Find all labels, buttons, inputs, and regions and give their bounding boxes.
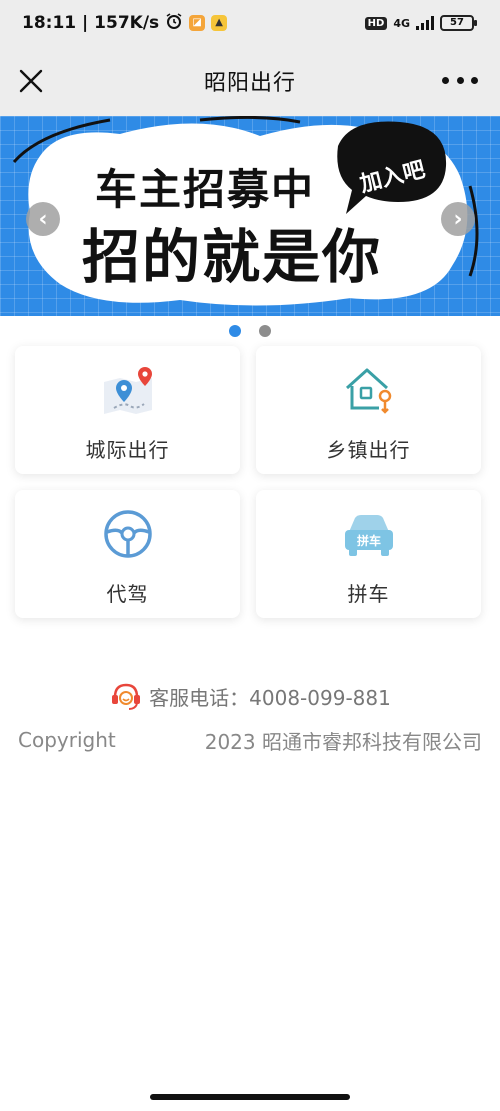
copyright: Copyright 2023 昭通市睿邦科技有限公司 xyxy=(0,724,500,756)
banner-subheadline: 招的就是你 xyxy=(82,223,383,291)
battery-icon: 57 xyxy=(440,15,477,31)
service-card-intercity[interactable]: 城际出行 xyxy=(15,346,240,474)
hotline-text: 客服电话：4008-099-881 xyxy=(149,685,391,710)
chevron-left-icon: ‹ xyxy=(38,206,48,232)
close-button[interactable] xyxy=(16,66,46,96)
chevron-right-icon: › xyxy=(453,206,463,232)
service-label: 拼车 xyxy=(347,582,390,606)
carpool-icon: 拼车 xyxy=(344,515,393,556)
more-dot-icon xyxy=(442,76,449,84)
service-label: 乡镇出行 xyxy=(326,438,411,462)
map-pin-icon xyxy=(103,367,152,414)
service-label: 代驾 xyxy=(106,582,149,606)
service-card-carpool[interactable]: 拼车 拼车 xyxy=(256,490,481,618)
carousel-prev-button[interactable]: ‹ xyxy=(26,202,60,236)
banner-carousel[interactable]: 车主招募中 招的就是你 加入吧 ‹ › xyxy=(0,116,500,316)
alarm-icon xyxy=(165,12,183,35)
banner-headline: 车主招募中 xyxy=(95,165,316,214)
more-menu-button[interactable] xyxy=(442,70,478,90)
carousel-next-button[interactable]: › xyxy=(441,202,475,236)
battery-level: 57 xyxy=(450,17,464,28)
carousel-dot-1[interactable] xyxy=(229,325,241,337)
service-card-township[interactable]: 乡镇出行 xyxy=(256,346,481,474)
app-notification-icon: ◪ xyxy=(189,15,206,31)
status-bar: 18:11 | 157K/s ◪ ▲ HD 4G 57 xyxy=(0,0,500,46)
status-left: 18:11 | 157K/s ◪ ▲ xyxy=(22,12,228,35)
copyright-label: Copyright xyxy=(18,728,116,752)
service-card-designated-driver[interactable]: 代驾 xyxy=(15,490,240,618)
close-icon xyxy=(19,69,43,93)
steering-wheel-icon xyxy=(103,510,152,558)
carpool-icon-text: 拼车 xyxy=(356,533,380,548)
hd-badge: HD xyxy=(364,16,388,30)
carousel-dot-2[interactable] xyxy=(259,325,271,337)
carousel-indicator xyxy=(0,325,500,339)
status-right: HD 4G 57 xyxy=(364,15,477,31)
customer-service-hotline[interactable]: 客服电话：4008-099-881 xyxy=(0,680,500,712)
house-pin-icon xyxy=(345,368,391,414)
signal-icon xyxy=(416,16,434,30)
page-title: 昭阳出行 xyxy=(203,71,296,96)
car-app-notification-icon: ▲ xyxy=(211,15,228,31)
more-dot-icon xyxy=(456,76,464,84)
home-indicator[interactable] xyxy=(150,1094,350,1100)
status-time-speed: 18:11 | 157K/s xyxy=(22,13,160,33)
network-type: 4G xyxy=(393,16,410,30)
service-label: 城际出行 xyxy=(85,438,170,462)
headset-icon xyxy=(112,683,141,710)
nav-bar: 昭阳出行 xyxy=(0,46,500,116)
more-dot-icon xyxy=(471,76,478,84)
copyright-company: 2023 昭通市睿邦科技有限公司 xyxy=(204,729,482,754)
